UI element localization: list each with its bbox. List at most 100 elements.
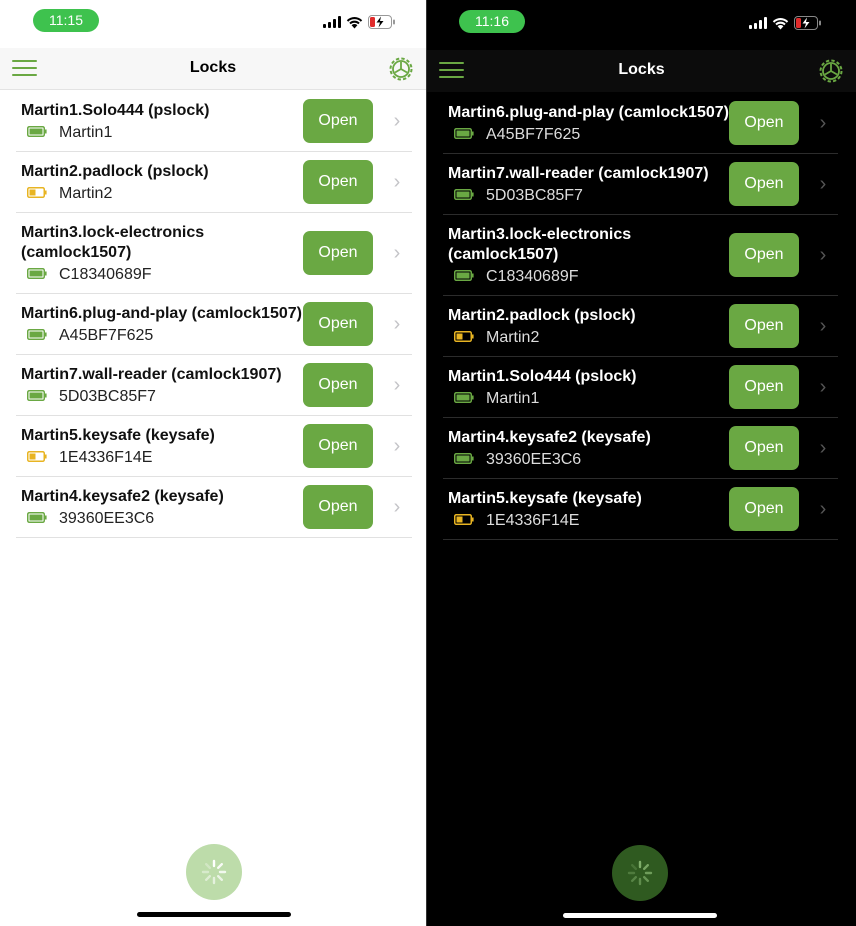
battery-ok-icon [27, 266, 47, 284]
lock-name: Martin5.keysafe (keysafe) [448, 490, 642, 507]
lock-identifier: 39360EE3C6 [486, 451, 582, 468]
status-icons [323, 15, 396, 29]
lock-info: Martin4.keysafe2 (keysafe) 39360EE3C6 [16, 477, 303, 537]
lock-name: Martin2.padlock (pslock) [21, 163, 209, 180]
open-button[interactable]: Open [729, 304, 799, 348]
open-button[interactable]: Open [729, 426, 799, 470]
battery-ok-icon [454, 126, 474, 144]
chevron-right-icon[interactable]: › [812, 244, 834, 267]
spinner-icon [201, 859, 227, 885]
lock-name: Martin3.lock-electronics (camlock1507) [21, 224, 205, 261]
lock-row[interactable]: Martin7.wall-reader (camlock1907) 5D03BC8… [16, 355, 412, 416]
chevron-right-icon[interactable]: › [812, 173, 834, 196]
lock-identifier: 1E4336F14E [486, 512, 580, 529]
lock-info: Martin2.padlock (pslock) Martin2 [443, 296, 729, 356]
navigation-bar: Locks [427, 50, 856, 92]
lock-info: Martin7.wall-reader (camlock1907) 5D03BC8… [443, 154, 729, 214]
open-button[interactable]: Open [729, 365, 799, 409]
open-button[interactable]: Open [303, 160, 373, 204]
lock-name: Martin6.plug-and-play (camlock1507) [21, 305, 302, 322]
open-button[interactable]: Open [303, 424, 373, 468]
lock-row[interactable]: Martin4.keysafe2 (keysafe) 39360EE3C6 Open… [443, 418, 838, 479]
lock-detail: 39360EE3C6 [21, 509, 303, 529]
lock-name: Martin6.plug-and-play (camlock1507) [448, 104, 729, 121]
lock-row[interactable]: Martin6.plug-and-play (camlock1507) A45BF… [443, 93, 838, 154]
lock-identifier: Martin2 [486, 329, 540, 346]
open-button[interactable]: Open [729, 162, 799, 206]
chevron-right-icon[interactable]: › [812, 498, 834, 521]
lock-info: Martin3.lock-electronics (camlock1507) C1… [16, 213, 303, 293]
dark-mode-screen: 11:16 Locks Martin6.plug-and-play (camlo… [426, 0, 856, 926]
battery-ok-icon [27, 327, 47, 345]
battery-ok-icon [27, 510, 47, 528]
lock-name: Martin3.lock-electronics (camlock1507) [448, 226, 632, 263]
lock-name: Martin5.keysafe (keysafe) [21, 427, 215, 444]
lock-identifier: Martin2 [59, 185, 113, 202]
lock-row[interactable]: Martin5.keysafe (keysafe) 1E4336F14E Open › [16, 416, 412, 477]
lock-detail: Martin1 [448, 389, 729, 409]
open-button[interactable]: Open [303, 363, 373, 407]
lock-row[interactable]: Martin3.lock-electronics (camlock1507) C1… [443, 215, 838, 296]
gear-icon[interactable] [388, 56, 414, 87]
page-title: Locks [189, 59, 237, 76]
chevron-right-icon[interactable]: › [812, 112, 834, 135]
lock-row[interactable]: Martin6.plug-and-play (camlock1507) A45BF… [16, 294, 412, 355]
open-button[interactable]: Open [303, 485, 373, 529]
cellular-signal-icon [323, 16, 341, 28]
battery-ok-icon [27, 124, 47, 142]
chevron-right-icon[interactable]: › [812, 315, 834, 338]
status-bar: 11:16 [427, 0, 856, 44]
chevron-right-icon[interactable]: › [812, 376, 834, 399]
lock-row[interactable]: Martin1.Solo444 (pslock) Martin1 Open › [16, 91, 412, 152]
chevron-right-icon[interactable]: › [386, 110, 408, 133]
lock-detail: A45BF7F625 [448, 125, 729, 145]
lock-info: Martin4.keysafe2 (keysafe) 39360EE3C6 [443, 418, 729, 478]
lock-row[interactable]: Martin4.keysafe2 (keysafe) 39360EE3C6 Open… [16, 477, 412, 538]
lock-identifier: 39360EE3C6 [59, 510, 155, 527]
lock-name: Martin7.wall-reader (camlock1907) [448, 165, 709, 182]
open-button[interactable]: Open [729, 101, 799, 145]
loading-spinner-button[interactable] [186, 844, 242, 900]
lock-detail: C18340689F [448, 267, 729, 287]
chevron-right-icon[interactable]: › [386, 313, 408, 336]
battery-low-icon [27, 449, 47, 467]
lock-name: Martin2.padlock (pslock) [448, 307, 636, 324]
lock-row[interactable]: Martin7.wall-reader (camlock1907) 5D03BC8… [443, 154, 838, 215]
wifi-icon [772, 17, 789, 30]
lock-identifier: C18340689F [59, 266, 152, 283]
loading-spinner-button[interactable] [612, 845, 668, 901]
lock-row[interactable]: Martin2.padlock (pslock) Martin2 Open › [16, 152, 412, 213]
open-button[interactable]: Open [729, 487, 799, 531]
chevron-right-icon[interactable]: › [386, 374, 408, 397]
open-button[interactable]: Open [303, 302, 373, 346]
lock-info: Martin5.keysafe (keysafe) 1E4336F14E [16, 416, 303, 476]
home-indicator[interactable] [137, 912, 291, 917]
chevron-right-icon[interactable]: › [386, 171, 408, 194]
lock-identifier: C18340689F [486, 268, 579, 285]
lock-info: Martin2.padlock (pslock) Martin2 [16, 152, 303, 212]
lock-name: Martin1.Solo444 (pslock) [448, 368, 637, 385]
chevron-right-icon[interactable]: › [386, 242, 408, 265]
chevron-right-icon[interactable]: › [386, 435, 408, 458]
lock-detail: A45BF7F625 [21, 326, 303, 346]
lock-detail: Martin2 [448, 328, 729, 348]
lock-row[interactable]: Martin1.Solo444 (pslock) Martin1 Open › [443, 357, 838, 418]
lock-name: Martin4.keysafe2 (keysafe) [448, 429, 651, 446]
open-button[interactable]: Open [303, 231, 373, 275]
open-button[interactable]: Open [729, 233, 799, 277]
lock-detail: C18340689F [21, 265, 303, 285]
cellular-signal-icon [749, 17, 767, 29]
chevron-right-icon[interactable]: › [386, 496, 408, 519]
lock-detail: 1E4336F14E [448, 511, 729, 531]
open-button[interactable]: Open [303, 99, 373, 143]
lock-row[interactable]: Martin5.keysafe (keysafe) 1E4336F14E Open › [443, 479, 838, 540]
lock-info: Martin5.keysafe (keysafe) 1E4336F14E [443, 479, 729, 539]
lock-row[interactable]: Martin3.lock-electronics (camlock1507) C1… [16, 213, 412, 294]
home-indicator[interactable] [563, 913, 717, 918]
battery-ok-icon [27, 388, 47, 406]
lock-row[interactable]: Martin2.padlock (pslock) Martin2 Open › [443, 296, 838, 357]
battery-ok-icon [454, 451, 474, 469]
chevron-right-icon[interactable]: › [812, 437, 834, 460]
lock-identifier: A45BF7F625 [486, 126, 581, 143]
gear-icon[interactable] [818, 58, 844, 89]
